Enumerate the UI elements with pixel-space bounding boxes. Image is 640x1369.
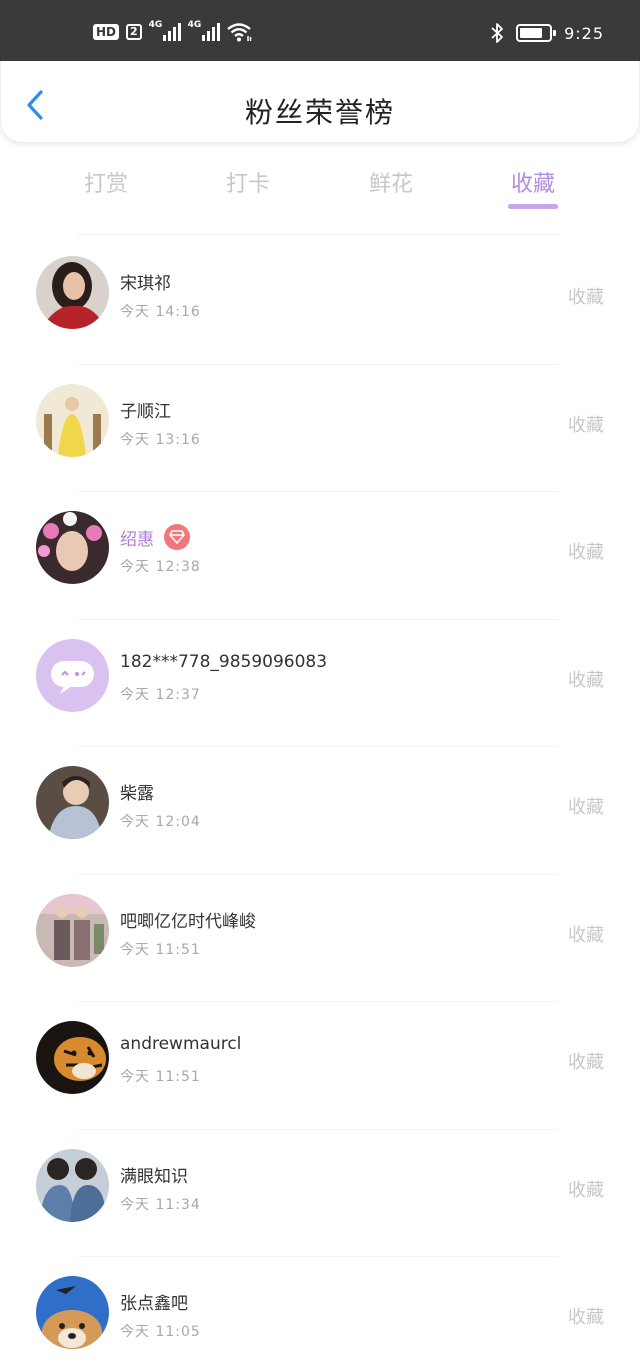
network-type-label: 4G [148,20,163,30]
avatar[interactable] [36,638,109,712]
fan-time: 今天 13:16 [120,431,201,448]
hd-badge: HD [93,24,120,40]
avatar[interactable] [36,1148,109,1222]
battery-level [520,28,543,38]
action-label: 收藏 [568,797,604,818]
fan-time: 今天 11:05 [120,1324,201,1340]
avatar[interactable] [36,1276,109,1349]
fan-name-text: 182***778_9859096083 [120,651,328,672]
action-label: 收藏 [568,924,604,946]
fan-time: 今天 11:51 [120,1069,201,1085]
avatar[interactable] [36,256,109,329]
list-item[interactable]: 吧唧亿亿时代峰峻 今天 11:51 收藏 [0,875,640,1002]
list-item[interactable]: andrewmaurcl 今天 11:51 收藏 [0,1002,640,1130]
fan-name: 柴露 [120,779,154,804]
action-label: 收藏 [568,1052,604,1073]
fan-name: 绍惠 [120,524,190,550]
fan-name-text: 宋琪祁 [120,274,171,294]
action-label: 收藏 [568,1179,604,1201]
status-bar-right: 9:25 [490,22,604,44]
fan-name: 吧唧亿亿时代峰峻 [120,907,256,932]
fan-name: 182***778_9859096083 [120,652,327,672]
active-tab-indicator [508,204,558,209]
avatar[interactable] [36,893,109,967]
wifi-icon [226,23,251,42]
list-item[interactable]: 满眼知识 今天 11:34 收藏 [0,1130,640,1257]
fan-time: 今天 12:37 [120,686,201,703]
fan-name: 子顺江 [120,397,171,422]
avatar[interactable] [36,766,109,839]
fan-name: 张点鑫吧 [120,1289,188,1314]
fan-name: 宋琪祁 [120,269,171,294]
action-label: 收藏 [568,542,604,563]
fan-time: 今天 11:34 [120,1196,201,1213]
signal-icon: 4G [148,20,181,41]
signal-icon: 4G [187,20,220,41]
tab-favorites[interactable]: 收藏 [488,166,578,198]
fan-name-text: 柴露 [120,784,154,804]
fan-name: andrewmaurcl [120,1034,241,1054]
bluetooth-icon [491,23,503,43]
action-label: 收藏 [568,287,604,308]
fan-name-text: 吧唧亿亿时代峰峻 [120,911,256,932]
tab-bar: 打赏 打卡 鲜花 收藏 [0,160,640,216]
fan-list: 宋琪祁 今天 14:16 收藏 子顺江 今天 13:16 收藏 绍惠 今天 12… [0,237,640,1369]
fan-name-text: 张点鑫吧 [120,1294,188,1314]
tab-flowers[interactable]: 鲜花 [346,166,436,198]
fan-time: 今天 11:51 [120,941,201,958]
page-title: 粉丝荣誉榜 [244,96,395,129]
divider [78,234,558,235]
action-label: 收藏 [568,414,604,436]
fan-name: 满眼知识 [120,1162,188,1187]
fan-name-text: 满眼知识 [120,1166,188,1187]
tab-checkin[interactable]: 打卡 [203,166,293,198]
list-item[interactable]: 柴露 今天 12:04 收藏 [0,747,640,875]
list-item[interactable]: 182***778_9859096083 今天 12:37 收藏 [0,620,640,747]
fan-time: 今天 12:04 [120,814,201,830]
battery-icon [516,24,557,42]
network-type-label: 4G [187,20,202,30]
fan-time: 今天 14:16 [120,304,201,320]
list-item[interactable]: 宋琪祁 今天 14:16 收藏 [0,237,640,365]
fan-name-text: 子顺江 [120,401,171,422]
avatar[interactable] [36,511,109,584]
status-bar-left: HD 2 4G 4G [93,20,253,42]
avatar[interactable] [36,1021,109,1094]
action-label: 收藏 [568,1307,604,1328]
avatar[interactable] [36,383,109,457]
status-bar: HD 2 4G 4G 9:25 [0,0,640,61]
list-item[interactable]: 张点鑫吧 今天 11:05 收藏 [0,1257,640,1369]
diamond-vip-icon [164,524,190,550]
list-item[interactable]: 子顺江 今天 13:16 收藏 [0,365,640,492]
tab-reward[interactable]: 打赏 [61,166,151,198]
fan-name-text: andrewmaurcl [120,1034,242,1054]
clock: 9:25 [564,23,604,43]
app-header: 粉丝荣誉榜 [0,61,640,143]
fan-time: 今天 12:38 [120,559,201,575]
sim-badge: 2 [126,24,142,40]
fan-name-text: 绍惠 [120,529,154,550]
action-label: 收藏 [568,669,604,691]
list-item[interactable]: 绍惠 今天 12:38 收藏 [0,492,640,620]
